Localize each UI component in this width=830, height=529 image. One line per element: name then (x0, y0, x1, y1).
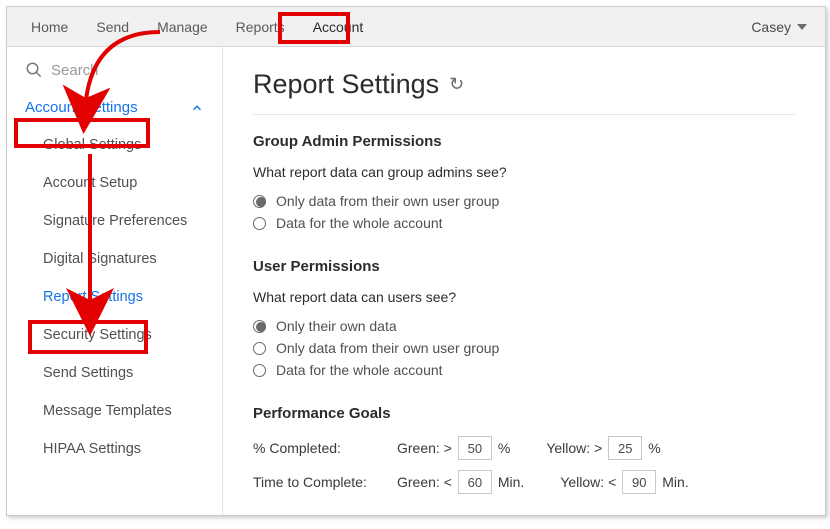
goal-green-time-input[interactable]: 60 (458, 470, 492, 494)
main-content: Report Settings ↻ Group Admin Permission… (223, 47, 825, 515)
goal-row-time: Time to Complete: Green: < 60 Min. Yello… (253, 470, 795, 494)
goal-row-completed: % Completed: Green: > 50 % Yellow: > 25 … (253, 436, 795, 460)
sidebar-item-message-templates[interactable]: Message Templates (7, 392, 222, 430)
sidebar-section-account-settings[interactable]: Account Settings (7, 89, 222, 126)
radio-group-admin-own-group[interactable]: Only data from their own user group (253, 190, 795, 212)
nav-account[interactable]: Account (299, 9, 378, 45)
page-title: Report Settings ↻ (253, 69, 795, 100)
search-input[interactable]: Search (7, 47, 222, 89)
sidebar-item-hipaa-settings[interactable]: HIPAA Settings (7, 430, 222, 468)
nav-send[interactable]: Send (82, 9, 143, 45)
nav-reports[interactable]: Reports (222, 9, 299, 45)
sidebar-section-label: Account Settings (25, 99, 138, 116)
radio-user-whole-account[interactable]: Data for the whole account (253, 359, 795, 381)
section-group-admin-heading: Group Admin Permissions (253, 133, 795, 150)
sidebar: Search Account Settings Global Settings … (7, 47, 223, 515)
radio-icon (253, 320, 266, 333)
radio-group-admin-whole-account[interactable]: Data for the whole account (253, 212, 795, 234)
caret-down-icon (797, 24, 807, 30)
user-perm-radios: Only their own data Only data from their… (253, 315, 795, 381)
sidebar-item-digital-signatures[interactable]: Digital Signatures (7, 240, 222, 278)
goal-yellow-time-input[interactable]: 90 (622, 470, 656, 494)
group-admin-radios: Only data from their own user group Data… (253, 190, 795, 234)
section-goals-heading: Performance Goals (253, 405, 795, 422)
sidebar-item-account-setup[interactable]: Account Setup (7, 164, 222, 202)
refresh-icon[interactable]: ↻ (449, 74, 464, 95)
chevron-up-icon (190, 101, 204, 115)
goal-yellow-completed-input[interactable]: 25 (608, 436, 642, 460)
group-admin-question: What report data can group admins see? (253, 164, 795, 180)
nav-home[interactable]: Home (17, 9, 82, 45)
search-placeholder: Search (51, 62, 99, 79)
section-user-perm-heading: User Permissions (253, 258, 795, 275)
radio-icon (253, 217, 266, 230)
sidebar-item-signature-preferences[interactable]: Signature Preferences (7, 202, 222, 240)
user-menu[interactable]: Casey (743, 13, 815, 41)
radio-icon (253, 342, 266, 355)
radio-user-own-data[interactable]: Only their own data (253, 315, 795, 337)
nav-manage[interactable]: Manage (143, 9, 222, 45)
search-icon (25, 61, 43, 79)
radio-icon (253, 364, 266, 377)
top-nav: Home Send Manage Reports Account Casey (7, 7, 825, 47)
sidebar-item-security-settings[interactable]: Security Settings (7, 316, 222, 354)
sidebar-subnav: Global Settings Account Setup Signature … (7, 126, 222, 468)
divider (253, 114, 795, 115)
sidebar-item-send-settings[interactable]: Send Settings (7, 354, 222, 392)
radio-user-own-group[interactable]: Only data from their own user group (253, 337, 795, 359)
sidebar-item-report-settings[interactable]: Report Settings (7, 278, 222, 316)
user-name: Casey (751, 19, 791, 35)
radio-icon (253, 195, 266, 208)
user-perm-question: What report data can users see? (253, 289, 795, 305)
goal-green-completed-input[interactable]: 50 (458, 436, 492, 460)
sidebar-item-global-settings[interactable]: Global Settings (7, 126, 222, 164)
